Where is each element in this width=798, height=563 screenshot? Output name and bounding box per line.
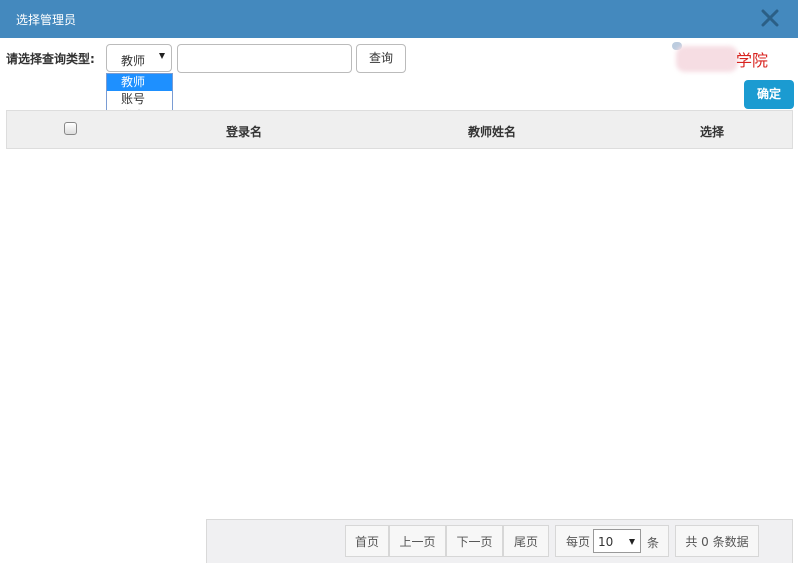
table-header: 登录名 教师姓名 选择 bbox=[6, 110, 793, 149]
column-select: 选择 bbox=[700, 125, 725, 139]
dialog-titlebar: 选择管理员 bbox=[0, 0, 798, 38]
query-type-selected: 教师 bbox=[121, 54, 146, 68]
prev-page-button[interactable]: 上一页 bbox=[389, 525, 446, 557]
query-type-select[interactable]: 教师 bbox=[106, 44, 172, 72]
brand-logo: 学院 bbox=[672, 42, 790, 78]
last-page-button[interactable]: 尾页 bbox=[503, 525, 549, 557]
search-input[interactable] bbox=[177, 44, 352, 73]
redacted-area bbox=[676, 46, 738, 72]
column-teacher-name: 教师姓名 bbox=[468, 125, 517, 139]
pagination-bar: 首页 上一页 下一页 尾页 每页 10 条 共 0 条数据 bbox=[206, 519, 793, 563]
page-size-value: 10 bbox=[598, 535, 614, 549]
next-page-button[interactable]: 下一页 bbox=[446, 525, 503, 557]
dropdown-option-teacher[interactable]: 教师 bbox=[107, 74, 172, 91]
select-all-checkbox[interactable] bbox=[64, 122, 77, 135]
brand-name: 学院 bbox=[736, 51, 769, 70]
first-page-button[interactable]: 首页 bbox=[345, 525, 389, 557]
search-button[interactable]: 查询 bbox=[356, 44, 406, 73]
page-size-select[interactable]: 10 bbox=[593, 529, 641, 553]
column-login-name: 登录名 bbox=[226, 125, 263, 139]
per-page-label: 每页 bbox=[566, 535, 591, 549]
confirm-button[interactable]: 确定 bbox=[744, 80, 794, 109]
close-icon[interactable] bbox=[760, 8, 780, 28]
dropdown-option-account[interactable]: 账号 bbox=[107, 91, 172, 108]
dialog-title: 选择管理员 bbox=[16, 13, 77, 27]
total-count: 共 0 条数据 bbox=[675, 525, 759, 557]
per-page-unit: 条 bbox=[647, 536, 660, 550]
chevron-down-icon bbox=[629, 539, 635, 545]
chevron-down-icon bbox=[159, 53, 165, 59]
query-type-label: 请选择查询类型: bbox=[6, 52, 95, 66]
